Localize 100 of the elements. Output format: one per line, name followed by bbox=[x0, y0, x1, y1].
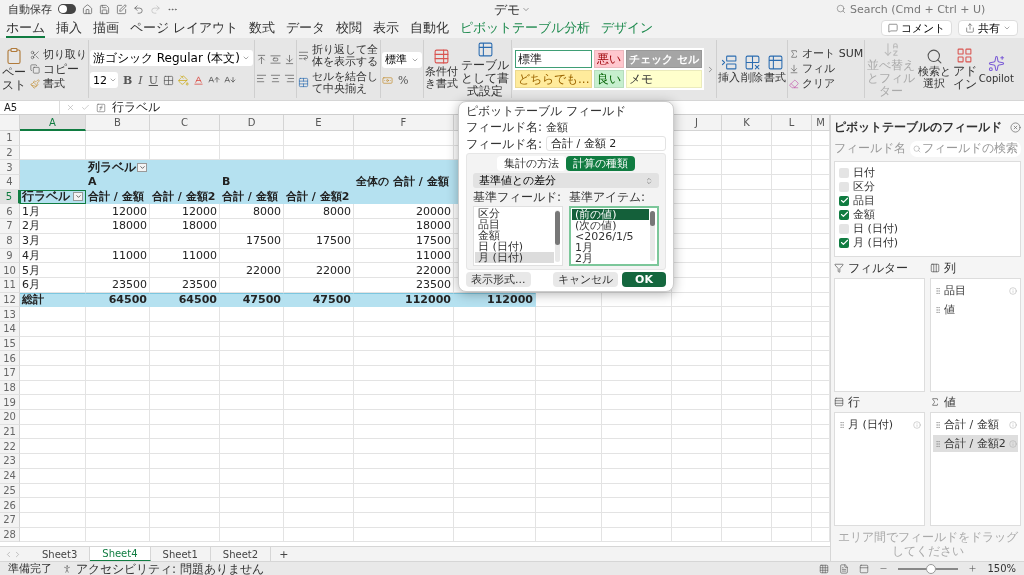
list-item[interactable]: 区分 bbox=[475, 208, 554, 219]
copilot-button[interactable]: Copilot bbox=[978, 54, 1015, 84]
row-header[interactable]: 4 bbox=[0, 175, 20, 190]
column-header[interactable]: M bbox=[812, 115, 830, 131]
ribbon-tab[interactable]: ピボットテーブル分析 bbox=[460, 18, 591, 38]
calculation-select[interactable]: 基準値との差分 bbox=[473, 173, 659, 188]
field-label: フィールド名: bbox=[466, 136, 543, 151]
area-field-item[interactable]: 値 bbox=[933, 301, 1018, 318]
insert-button[interactable]: 挿入 bbox=[718, 54, 741, 84]
clear-button[interactable]: クリア bbox=[789, 78, 864, 90]
accessibility-status[interactable]: アクセシビリティ: 問題ありません bbox=[76, 561, 264, 575]
row-header[interactable]: 16 bbox=[0, 351, 20, 366]
column-header[interactable]: B bbox=[86, 115, 150, 131]
column-header[interactable]: D bbox=[220, 115, 284, 131]
column-header[interactable]: E bbox=[284, 115, 354, 131]
name-box[interactable]: A5 bbox=[0, 101, 60, 114]
area-field-item[interactable]: 品目 bbox=[933, 282, 1018, 299]
percent-button[interactable]: % bbox=[397, 73, 410, 87]
merge-center-button[interactable]: セルを結合して中央揃え bbox=[298, 70, 380, 95]
dialog-tab[interactable]: 集計の方法 bbox=[497, 156, 566, 171]
row-header[interactable]: 7 bbox=[0, 219, 20, 234]
column-header[interactable]: A bbox=[20, 115, 86, 131]
list-item[interactable]: (次の値) bbox=[572, 220, 649, 231]
number-format-select[interactable]: 標準 bbox=[382, 51, 423, 68]
delete-button[interactable]: 削除 bbox=[741, 54, 764, 84]
comment-button[interactable]: コメント bbox=[881, 20, 952, 36]
list-item[interactable]: <2026/1/5 bbox=[572, 231, 649, 242]
pivot-header-cell[interactable]: 列ラベル bbox=[86, 160, 150, 176]
row-header[interactable]: 22 bbox=[0, 439, 20, 455]
area-field-item[interactable]: 月 (日付) bbox=[837, 416, 922, 433]
italic-button[interactable]: I bbox=[137, 73, 144, 87]
drop-area[interactable]: 品目 値 bbox=[930, 278, 1021, 392]
format-as-table-button[interactable]: テーブルとして書式設定 bbox=[460, 40, 511, 98]
dialog-tab[interactable]: 計算の種類 bbox=[566, 156, 635, 171]
wrap-text-button[interactable]: 折り返して全体を表示する bbox=[298, 43, 380, 68]
dialog-button[interactable]: OK bbox=[622, 272, 666, 287]
list-item[interactable]: 月 (日付) bbox=[475, 252, 554, 263]
font-size-select[interactable]: 12 bbox=[90, 72, 118, 88]
row-header[interactable]: 20 bbox=[0, 410, 20, 425]
row-header[interactable]: 23 bbox=[0, 454, 20, 469]
share-button[interactable]: 共有 bbox=[958, 20, 1018, 36]
cell-style-chip[interactable]: 良い bbox=[594, 70, 625, 88]
search-field[interactable]: Search (Cmd + Ctrl + U) bbox=[836, 2, 1016, 16]
dialog-button[interactable]: キャンセル bbox=[553, 272, 618, 287]
cell-style-chip[interactable]: 標準 bbox=[515, 50, 593, 68]
column-header[interactable]: L bbox=[772, 115, 812, 131]
cell-style-chip[interactable]: メモ bbox=[626, 70, 703, 88]
format-button[interactable]: 書式 bbox=[764, 54, 787, 84]
list-item[interactable]: 金額 bbox=[475, 230, 554, 241]
row-header[interactable]: 10 bbox=[0, 263, 20, 278]
cell-style-chip[interactable]: どちらでも... bbox=[515, 70, 593, 88]
column-header[interactable]: J bbox=[672, 115, 722, 131]
row-header[interactable]: 1 bbox=[0, 131, 20, 146]
sheet-tab[interactable]: Sheet4 bbox=[90, 547, 151, 561]
addin-button[interactable]: アドイン bbox=[952, 47, 978, 91]
paste-button[interactable]: ペースト bbox=[1, 46, 27, 92]
list-item[interactable]: 1月 bbox=[572, 242, 649, 253]
ribbon-tab[interactable]: 校閲 bbox=[336, 18, 363, 38]
formula-field[interactable]: 行ラベル bbox=[106, 99, 160, 116]
copy-button[interactable]: コピー bbox=[30, 62, 87, 76]
dialog-button[interactable]: 表示形式... bbox=[466, 272, 531, 287]
list-item[interactable]: 品目 bbox=[475, 219, 554, 230]
sum-button[interactable]: オート SUM bbox=[789, 48, 864, 60]
column-header[interactable]: F bbox=[354, 115, 454, 131]
column-header[interactable]: K bbox=[722, 115, 772, 131]
underline-button[interactable]: U bbox=[147, 73, 159, 87]
ribbon-tab[interactable]: 描画 bbox=[93, 18, 119, 38]
fill-button[interactable]: フィル bbox=[789, 63, 864, 75]
font-name-select[interactable]: 游ゴシック Regular (本文) bbox=[90, 50, 254, 66]
table-cell: 5月 bbox=[20, 263, 86, 278]
area-field-item[interactable]: 合計 / 金額2 bbox=[933, 435, 1018, 452]
column-header[interactable]: C bbox=[150, 115, 220, 131]
add-sheet-button[interactable]: + bbox=[271, 547, 297, 561]
ribbon-tab[interactable]: 数式 bbox=[249, 18, 276, 38]
row-header[interactable]: 17 bbox=[0, 366, 20, 381]
name-input[interactable]: 合計 / 金額 2 bbox=[546, 136, 666, 151]
area-field-item[interactable]: 合計 / 金額 bbox=[933, 416, 1018, 433]
row-header[interactable]: 19 bbox=[0, 395, 20, 411]
row-header[interactable]: 3 bbox=[0, 160, 20, 176]
row-header[interactable]: 6 bbox=[0, 204, 20, 220]
ribbon-tab[interactable]: データ bbox=[286, 18, 326, 38]
ribbon-tab[interactable]: 挿入 bbox=[56, 18, 82, 38]
cut-button[interactable]: 切り取り bbox=[30, 48, 87, 61]
row-header[interactable]: 26 bbox=[0, 498, 20, 513]
ribbon-tab[interactable]: ページ レイアウト bbox=[130, 18, 239, 38]
zoom-level[interactable]: 150% bbox=[987, 562, 1016, 575]
list-item[interactable]: (前の値) bbox=[572, 209, 649, 220]
list-item[interactable]: 2月 bbox=[572, 253, 649, 264]
drop-area[interactable]: 月 (日付) bbox=[834, 412, 925, 526]
ribbon-tab[interactable]: 表示 bbox=[373, 18, 400, 38]
format-painter-button[interactable]: 書式 bbox=[30, 77, 87, 90]
conditional-format-button[interactable]: 条件付き書式 bbox=[425, 48, 459, 90]
ribbon-tab[interactable]: 自動化 bbox=[410, 18, 450, 38]
drop-area[interactable]: 合計 / 金額 合計 / 金額2 bbox=[930, 412, 1021, 526]
ribbon-tab[interactable]: デザイン bbox=[601, 18, 654, 38]
list-item[interactable]: 日 (日付) bbox=[475, 241, 554, 252]
bold-button[interactable]: B bbox=[122, 73, 134, 87]
row-header[interactable]: 13 bbox=[0, 307, 20, 322]
find-button[interactable]: 検索と選択 bbox=[917, 48, 952, 90]
cell-style-chip[interactable]: 悪い bbox=[594, 50, 625, 68]
